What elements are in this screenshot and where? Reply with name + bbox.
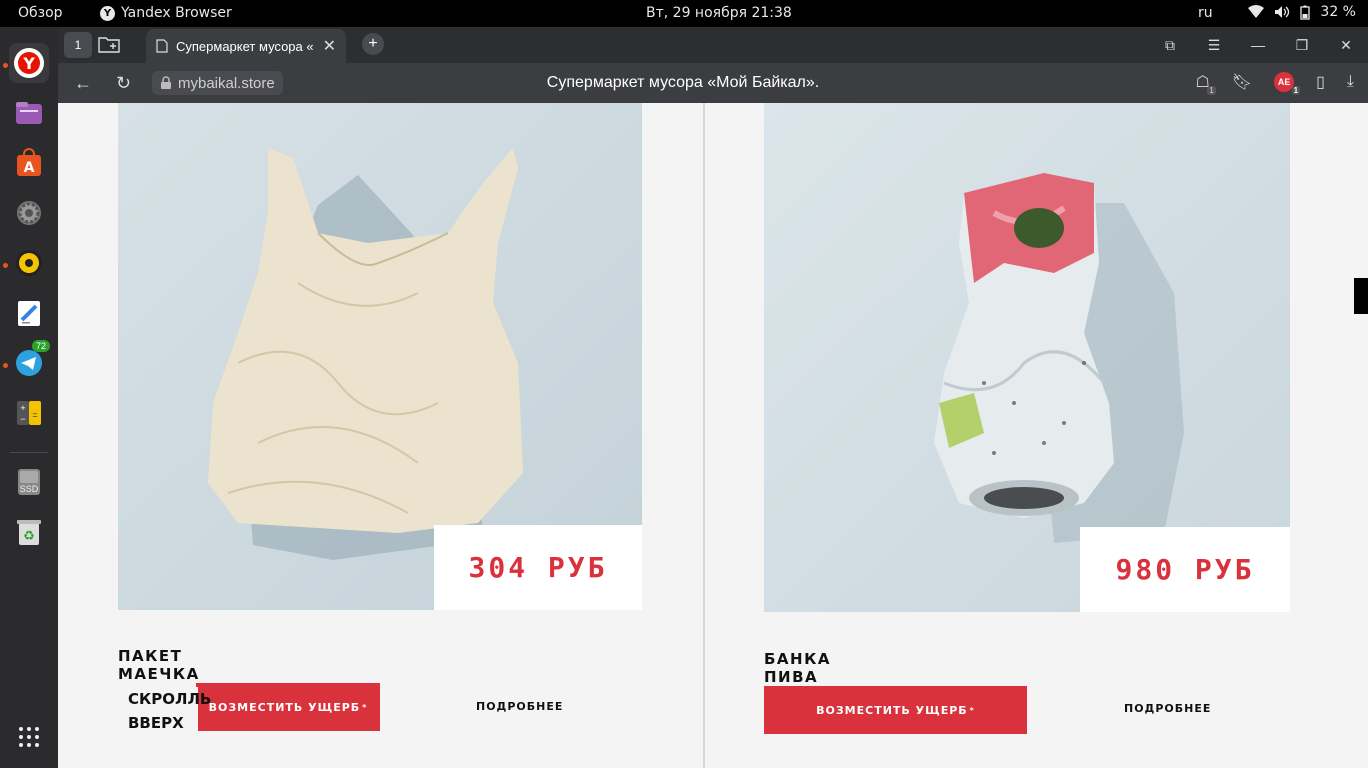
extension-ae-icon[interactable]: AE 1 [1274, 72, 1301, 95]
page-title: Супермаркет мусора «Мой Байкал». [546, 74, 820, 91]
text-editor-icon [18, 301, 40, 326]
text-editor-launcher[interactable] [9, 293, 49, 333]
keyboard-layout[interactable]: ru [1198, 5, 1213, 21]
app-menu[interactable]: Y Yandex Browser [100, 5, 232, 21]
dock-separator [10, 452, 48, 453]
battery-icon [1300, 5, 1311, 20]
column-divider [703, 103, 705, 768]
app-name: Yandex Browser [121, 5, 232, 21]
browser-tab-bar: 1 Супермаркет мусора « ✕ + ⧉ ☰ — ❐ ✕ [58, 27, 1368, 63]
side-panel-handle[interactable] [1354, 278, 1368, 314]
system-tray[interactable]: 32 % [1248, 4, 1356, 20]
tab-count: 1 [74, 38, 82, 52]
protect-count: 1 [1207, 86, 1216, 95]
yandex-browser-launcher[interactable]: Y [9, 43, 49, 83]
plus-icon: + [368, 35, 378, 52]
svg-text:A: A [24, 160, 35, 176]
compensate-damage-button[interactable]: ВОЗМЕСТИТЬ УЩЕРБ * [764, 686, 1027, 734]
close-tab-icon[interactable]: ✕ [323, 36, 336, 56]
running-indicator [3, 363, 8, 368]
extension-ae-count: 1 [1291, 86, 1301, 95]
new-tab-group-button[interactable] [98, 35, 120, 58]
protect-icon[interactable]: ☖ 1 [1195, 72, 1216, 95]
wifi-icon [1248, 5, 1265, 18]
asterisk: * [362, 702, 368, 712]
scroll-up-line2: ВВЕРХ [128, 714, 184, 732]
download-icon[interactable]: ⤓ [1347, 73, 1354, 91]
gear-icon [17, 201, 41, 225]
scroll-up-button[interactable]: СКРОЛЛЬ ВВЕРХ [128, 687, 212, 735]
telegram-icon [16, 350, 42, 376]
svg-text:♻: ♻ [23, 528, 35, 543]
price-tag: 304 РУБ [434, 525, 642, 610]
asterisk: * [969, 705, 975, 715]
settings-launcher[interactable] [9, 193, 49, 233]
maximize-button[interactable]: ❐ [1280, 27, 1324, 63]
yandex-browser-icon: Y [100, 5, 115, 21]
tab-counter-button[interactable]: 1 [64, 32, 92, 58]
bookmark-icon[interactable]: 🔖︎ [1232, 72, 1252, 92]
address-bar: ← ↻ mybaikal.store Супермаркет мусора «М… [58, 63, 1368, 103]
minimize-button[interactable]: — [1236, 27, 1280, 63]
telegram-launcher[interactable]: 72 [9, 340, 50, 383]
folder-icon [16, 102, 42, 124]
trash-launcher[interactable]: ♻ [9, 512, 49, 552]
calculator-launcher[interactable]: + − = [9, 393, 49, 433]
dock: Y A 72 + − = SSD ♻ [0, 27, 58, 768]
folder-plus-icon [98, 37, 120, 53]
button-label: ВОЗМЕСТИТЬ УЩЕРБ [208, 700, 361, 714]
web-page: 304 РУБ ПАКЕТ МАЕЧКА ВОЗМЕСТИТЬ УЩЕРБ * П… [58, 103, 1368, 768]
ssd-drive-launcher[interactable]: SSD [9, 462, 49, 502]
files-launcher[interactable] [9, 93, 49, 133]
close-window-button[interactable]: ✕ [1324, 27, 1368, 63]
running-indicator [3, 63, 8, 68]
page-icon [156, 39, 168, 53]
volume-icon [1275, 6, 1290, 18]
button-label: ВОЗМЕСТИТЬ УЩЕРБ [816, 703, 968, 717]
battery-percent: 32 % [1320, 4, 1356, 20]
price-tag: 980 РУБ [1080, 527, 1290, 612]
trash-icon: ♻ [17, 520, 41, 545]
system-top-bar: Обзор Y Yandex Browser Вт, 29 ноября 21:… [0, 0, 1368, 27]
compensate-damage-button[interactable]: ВОЗМЕСТИТЬ УЩЕРБ * [196, 683, 380, 731]
drive-label: SSD [19, 484, 39, 494]
address-actions: ☖ 1 🔖︎ AE 1 ▯ ⤓ [1195, 72, 1354, 95]
extension-ae-label: AE [1277, 77, 1291, 87]
show-apps-button[interactable] [9, 717, 49, 757]
more-details-link[interactable]: ПОДРОБНЕЕ [1124, 702, 1211, 715]
music-player-icon [16, 250, 42, 276]
scroll-up-line1: СКРОЛЛЬ [128, 690, 212, 708]
software-launcher[interactable]: A [9, 143, 49, 183]
reader-mode-icon[interactable]: ▯ [1316, 72, 1325, 92]
more-details-link[interactable]: ПОДРОБНЕЕ [476, 700, 563, 713]
svg-text:Y: Y [22, 54, 35, 73]
svg-text:=: = [32, 410, 37, 420]
svg-text:−: − [20, 414, 25, 424]
svg-text:+: + [20, 403, 25, 413]
product-name: ПАКЕТ МАЕЧКА [118, 647, 200, 683]
shopping-bag-icon: A [17, 148, 41, 176]
app-grid-icon [19, 727, 39, 747]
menu-icon[interactable]: ☰ [1192, 27, 1236, 63]
activities-button[interactable]: Обзор [18, 5, 63, 21]
collections-icon[interactable]: ⧉ [1148, 27, 1192, 63]
product-name: БАНКА ПИВА [764, 650, 831, 686]
running-indicator [3, 263, 8, 268]
window-controls: ⧉ ☰ — ❐ ✕ [1148, 27, 1368, 63]
new-tab-button[interactable]: + [362, 33, 384, 55]
rhythmbox-launcher[interactable] [9, 243, 49, 283]
clock[interactable]: Вт, 29 ноября 21:38 [646, 5, 792, 21]
calculator-icon: +− = [17, 401, 41, 425]
yandex-browser-icon: Y [14, 48, 44, 78]
tab-title: Супермаркет мусора « [176, 38, 314, 54]
unread-badge: 72 [31, 340, 50, 352]
tab-active[interactable]: Супермаркет мусора « ✕ [146, 29, 346, 63]
